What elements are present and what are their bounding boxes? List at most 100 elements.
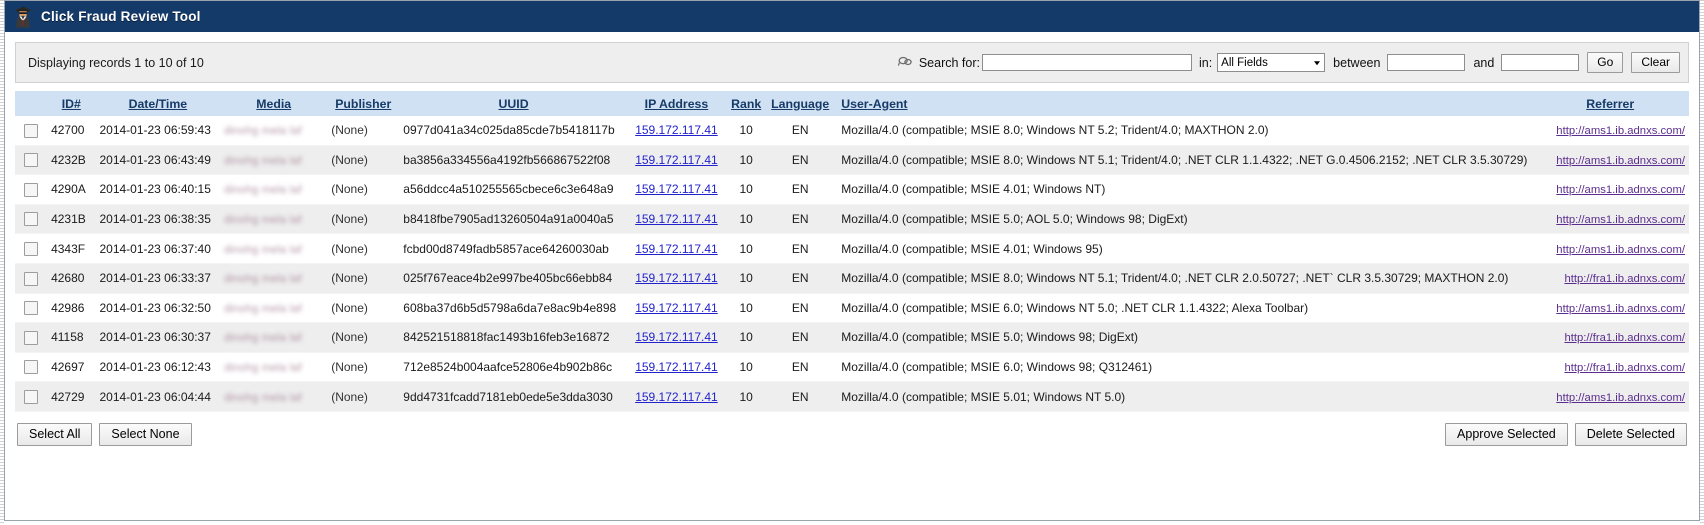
cell-referrer: http://ams1.ib.adnxs.com/ [1531, 381, 1689, 412]
row-checkbox[interactable] [24, 123, 39, 138]
table-row[interactable]: 42680 2014-01-23 06:33:37 dinohg mela laf (… [15, 263, 1689, 294]
referrer-link[interactable]: http://ams1.ib.adnxs.com/ [1556, 392, 1685, 404]
cell-date: 2014-01-23 06:43:49 [95, 145, 221, 176]
sort-link-language[interactable]: Language [771, 97, 829, 111]
search-field-select[interactable]: All Fields [1217, 53, 1326, 72]
row-checkbox[interactable] [24, 242, 39, 257]
cell-rank: 10 [725, 322, 768, 353]
select-all-button[interactable]: Select All [17, 423, 93, 447]
cell-publisher: (None) [327, 116, 400, 146]
cell-media: dinohg mela laf [220, 352, 328, 383]
cell-date: 2014-01-23 06:37:40 [95, 233, 221, 264]
ip-address-link[interactable]: 159.172.117.41 [635, 153, 718, 167]
sort-link-id[interactable]: ID# [62, 97, 81, 111]
row-checkbox[interactable] [24, 182, 39, 197]
row-checkbox[interactable] [24, 301, 39, 316]
right-edge-strip [1700, 0, 1704, 525]
row-checkbox[interactable] [24, 360, 39, 375]
ip-address-link[interactable]: 159.172.117.41 [635, 330, 718, 344]
clear-button[interactable]: Clear [1631, 52, 1680, 73]
referrer-link[interactable]: http://fra1.ib.adnxs.com/ [1564, 273, 1685, 285]
publisher-value: (None) [331, 389, 368, 404]
sort-link-rank[interactable]: Rank [731, 97, 761, 111]
publisher-value: (None) [331, 152, 368, 167]
cell-useragent: Mozilla/4.0 (compatible; MSIE 8.0; Windo… [833, 263, 1532, 294]
referrer-link[interactable]: http://ams1.ib.adnxs.com/ [1556, 303, 1685, 315]
redacted-media-value: dinohg mela laf [224, 273, 302, 286]
redacted-media-value: dinohg mela laf [224, 243, 302, 256]
chevron-down-icon [1314, 60, 1321, 65]
cell-language: EN [767, 381, 834, 412]
cell-ip: 159.172.117.41 [627, 116, 726, 146]
referrer-link[interactable]: http://fra1.ib.adnxs.com/ [1564, 332, 1685, 344]
header-referrer: Referrer [1531, 91, 1689, 116]
sort-link-uuid[interactable]: UUID [499, 97, 529, 111]
ip-address-link[interactable]: 159.172.117.41 [635, 212, 718, 226]
ip-address-link[interactable]: 159.172.117.41 [635, 182, 718, 196]
row-checkbox[interactable] [24, 212, 39, 227]
referrer-link[interactable]: http://ams1.ib.adnxs.com/ [1556, 155, 1685, 167]
detective-icon [13, 6, 33, 28]
and-date-input[interactable] [1501, 54, 1580, 71]
header-date: Date/Time [95, 91, 221, 116]
ip-address-link[interactable]: 159.172.117.41 [635, 360, 718, 374]
publisher-value: (None) [331, 330, 368, 345]
row-checkbox[interactable] [24, 271, 39, 286]
row-checkbox[interactable] [24, 153, 39, 168]
cell-media: dinohg mela laf [220, 174, 328, 205]
cell-publisher: (None) [327, 204, 400, 235]
table-row[interactable]: 42700 2014-01-23 06:59:43 dinohg mela laf (… [15, 116, 1689, 146]
row-checkbox[interactable] [24, 330, 39, 345]
table-row[interactable]: 4290A 2014-01-23 06:40:15 dinohg mela laf (… [15, 174, 1689, 205]
ip-address-link[interactable]: 159.172.117.41 [635, 390, 718, 404]
row-select-cell [15, 145, 48, 176]
ip-address-link[interactable]: 159.172.117.41 [635, 271, 718, 285]
row-select-cell [15, 293, 48, 324]
cell-language: EN [767, 322, 834, 353]
delete-selected-button[interactable]: Delete Selected [1574, 423, 1687, 447]
row-checkbox[interactable] [24, 390, 39, 405]
ip-address-link[interactable]: 159.172.117.41 [635, 242, 718, 256]
referrer-link[interactable]: http://ams1.ib.adnxs.com/ [1556, 184, 1685, 196]
search-for-label: Search for: [918, 55, 980, 70]
between-date-input[interactable] [1387, 54, 1466, 71]
between-label: between [1333, 55, 1381, 70]
row-select-cell [15, 381, 48, 412]
table-row[interactable]: 42697 2014-01-23 06:12:43 dinohg mela laf (… [15, 352, 1689, 383]
redacted-media-value: dinohg mela laf [224, 214, 302, 227]
ip-address-link[interactable]: 159.172.117.41 [635, 123, 718, 137]
cell-useragent: Mozilla/4.0 (compatible; MSIE 5.0; AOL 5… [833, 204, 1532, 235]
redacted-media-value: dinohg mela laf [224, 362, 302, 375]
approve-selected-button[interactable]: Approve Selected [1445, 423, 1568, 447]
cell-ip: 159.172.117.41 [627, 174, 726, 205]
sort-link-ip[interactable]: IP Address [645, 97, 709, 111]
referrer-link[interactable]: http://ams1.ib.adnxs.com/ [1556, 214, 1685, 226]
sort-link-date[interactable]: Date/Time [129, 97, 188, 111]
referrer-link[interactable]: http://ams1.ib.adnxs.com/ [1556, 244, 1685, 256]
useragent-value: Mozilla/4.0 (compatible; MSIE 4.01; Wind… [841, 182, 1106, 197]
table-row[interactable]: 41158 2014-01-23 06:30:37 dinohg mela laf (… [15, 322, 1689, 353]
cell-id: 42680 [47, 263, 96, 294]
sort-link-publisher[interactable]: Publisher [335, 97, 391, 111]
useragent-value: Mozilla/4.0 (compatible; MSIE 6.0; Windo… [841, 300, 1309, 315]
search-input[interactable] [981, 54, 1192, 71]
row-select-cell [15, 204, 48, 235]
header-language: Language [767, 91, 834, 116]
table-row[interactable]: 4231B 2014-01-23 06:38:35 dinohg mela laf (… [15, 204, 1689, 235]
cell-uuid: 608ba37d6b5d5798a6da7e8ac9b4e898 [399, 293, 628, 324]
row-select-cell [15, 174, 48, 205]
sort-link-referrer[interactable]: Referrer [1586, 97, 1634, 111]
table-row[interactable]: 42986 2014-01-23 06:32:50 dinohg mela laf (… [15, 293, 1689, 324]
go-button[interactable]: Go [1587, 52, 1624, 73]
table-row[interactable]: 42729 2014-01-23 06:04:44 dinohg mela laf (… [15, 381, 1689, 412]
referrer-link[interactable]: http://ams1.ib.adnxs.com/ [1556, 125, 1685, 137]
sort-link-useragent[interactable]: User-Agent [841, 97, 907, 111]
cell-useragent: Mozilla/4.0 (compatible; MSIE 8.0; Windo… [833, 116, 1532, 146]
table-row[interactable]: 4343F 2014-01-23 06:37:40 dinohg mela laf (… [15, 233, 1689, 264]
sort-link-media[interactable]: Media [256, 97, 291, 111]
ip-address-link[interactable]: 159.172.117.41 [635, 301, 718, 315]
table-row[interactable]: 4232B 2014-01-23 06:43:49 dinohg mela laf (… [15, 145, 1689, 176]
select-none-button[interactable]: Select None [99, 423, 192, 447]
header-useragent: User-Agent [833, 91, 1532, 116]
referrer-link[interactable]: http://fra1.ib.adnxs.com/ [1564, 362, 1685, 374]
